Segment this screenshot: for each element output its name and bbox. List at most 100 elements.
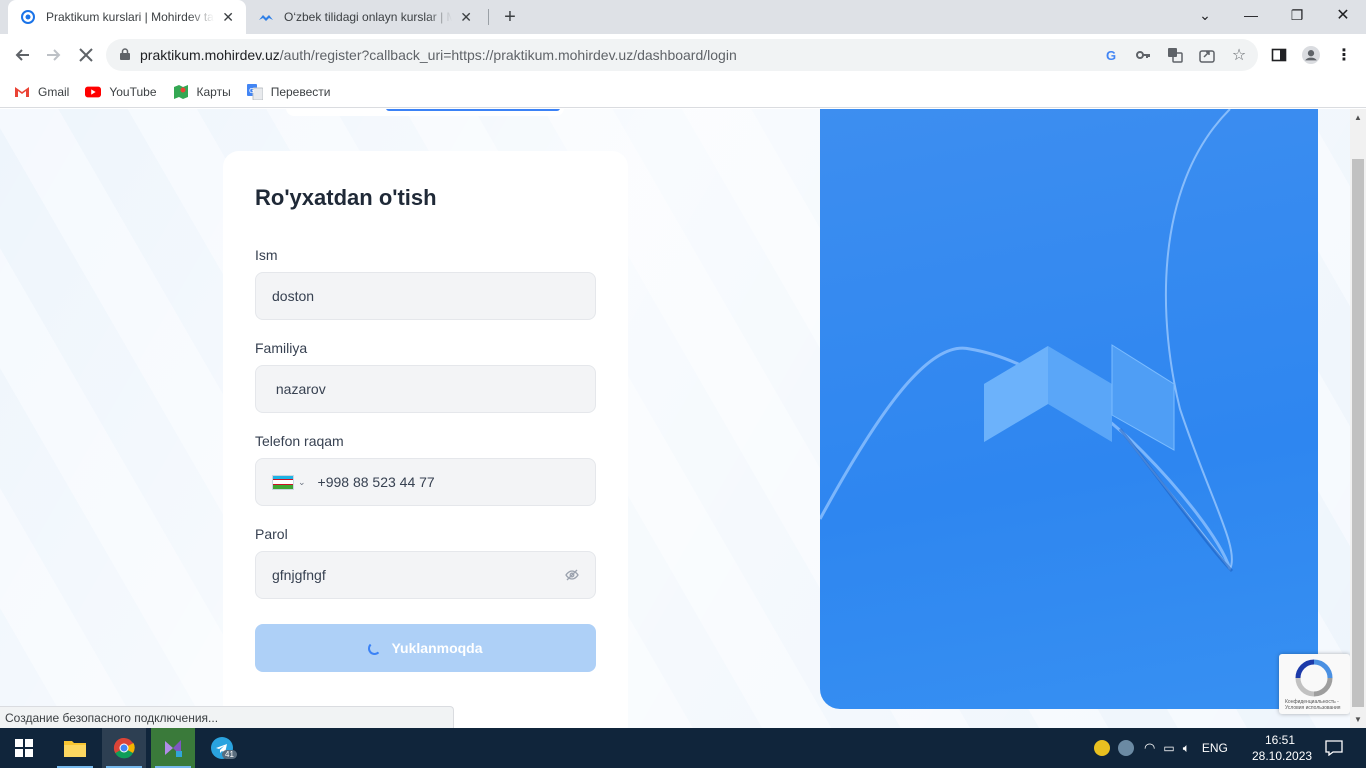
address-bar[interactable]: praktikum.mohirdev.uz/auth/register?call… (106, 39, 1258, 71)
bookmark-gmail[interactable]: Gmail (14, 84, 69, 100)
phone-input[interactable]: ⌄ +998 88 523 44 77 (255, 458, 596, 506)
country-dropdown-chevron-icon[interactable]: ⌄ (298, 477, 306, 488)
wifi-icon[interactable]: ◠ (1144, 740, 1155, 756)
visual-studio-app[interactable] (151, 728, 195, 768)
loading-spinner-icon (368, 641, 382, 655)
tray-app-icon[interactable] (1094, 740, 1110, 756)
first-name-label: Ism (255, 247, 278, 263)
windows-logo-icon (15, 739, 33, 757)
translate-icon: G (246, 83, 263, 100)
bookmark-translate[interactable]: G Перевести (246, 83, 331, 100)
chrome-app[interactable] (102, 728, 146, 768)
tab-mohirdev[interactable]: O‘zbek tilidagi onlayn kurslar | M ✕ (246, 0, 484, 34)
maps-icon (173, 84, 189, 100)
password-input[interactable]: gfnjgfngf (255, 551, 596, 599)
last-name-label: Familiya (255, 340, 308, 356)
page-scrollbar[interactable]: ▲ ▼ (1350, 109, 1366, 728)
previous-card-accent-bar (386, 109, 560, 111)
url-host: praktikum.mohirdev.uz (140, 47, 280, 63)
menu-kebab-icon[interactable]: ⋮ (1335, 46, 1353, 64)
recaptcha-text[interactable]: Конфиденциальность - Условия использован… (1285, 699, 1347, 711)
stop-loading-button[interactable] (72, 41, 100, 69)
battery-icon[interactable]: ▭ (1163, 741, 1174, 755)
password-value: gfnjgfngf (272, 567, 326, 583)
recaptcha-icon (1295, 659, 1333, 697)
telegram-app[interactable]: 41 (200, 728, 244, 768)
previous-card-remnant (286, 109, 564, 116)
taskbar-clock[interactable]: 16:51 28.10.2023 (1252, 732, 1313, 764)
bookmark-label: Gmail (38, 84, 70, 99)
clock-time: 16:51 (1264, 733, 1296, 747)
profile-avatar-icon[interactable] (1302, 46, 1320, 64)
phone-label: Telefon raqam (255, 433, 344, 449)
file-explorer-app[interactable] (53, 728, 97, 768)
status-text: Создание безопасного подключения... (5, 710, 219, 725)
visual-studio-icon (165, 740, 182, 757)
last-name-value: nazarov (272, 381, 326, 397)
clock-date: 28.10.2023 (1252, 749, 1313, 763)
uzbekistan-flag-icon[interactable] (272, 474, 294, 490)
minimize-button[interactable]: — (1228, 0, 1274, 30)
scrollbar-thumb[interactable] (1352, 159, 1364, 707)
recaptcha-badge[interactable]: Конфиденциальность - Условия использован… (1279, 654, 1350, 714)
first-name-value: doston (272, 288, 315, 304)
bookmark-label: Карты (196, 84, 231, 99)
scroll-down-arrow-icon[interactable]: ▼ (1354, 715, 1362, 724)
tab-search-chevron-icon[interactable]: ⌄ (1182, 0, 1228, 30)
submit-label: Yuklanmoqda (391, 640, 483, 656)
back-button[interactable] (8, 41, 36, 69)
bookmark-label: Перевести (270, 84, 331, 99)
bookmarks-bar: Gmail YouTube Карты G Перевести (0, 76, 1366, 108)
status-bubble: Создание безопасного подключения... (0, 706, 454, 728)
mohirdev-logo-illustration (820, 109, 1234, 573)
lock-icon[interactable] (120, 47, 130, 63)
start-button[interactable] (2, 728, 46, 768)
phone-value: +998 88 523 44 77 (317, 474, 435, 490)
notifications-button[interactable] (1312, 728, 1356, 768)
notification-icon (1325, 740, 1343, 756)
folder-icon (64, 741, 86, 757)
side-panel-icon[interactable] (1270, 46, 1288, 64)
url-text: praktikum.mohirdev.uz/auth/register?call… (140, 47, 737, 63)
bookmark-star-icon[interactable]: ☆ (1231, 47, 1247, 64)
close-window-button[interactable]: ✕ (1320, 0, 1366, 30)
tab-praktikum[interactable]: Praktikum kurslari | Mohirdev ta ✕ (8, 0, 246, 34)
url-path: /auth/register?callback_uri=https://prak… (279, 47, 737, 63)
register-submit-button[interactable]: Yuklanmoqda (255, 624, 596, 672)
register-card: Ro'yxatdan o'tish Ism doston Familiya na… (223, 151, 628, 728)
svg-text:G: G (249, 87, 254, 95)
scroll-up-arrow-icon[interactable]: ▲ (1354, 113, 1362, 122)
telegram-badge: 41 (222, 750, 237, 759)
hero-illustration-panel (820, 109, 1318, 709)
translate-page-icon[interactable] (1167, 47, 1183, 63)
browser-toolbar: praktikum.mohirdev.uz/auth/register?call… (0, 34, 1366, 76)
close-tab-icon[interactable]: ✕ (458, 9, 474, 25)
mohirdev-favicon-icon (258, 9, 274, 25)
google-icon[interactable]: G (1103, 47, 1119, 63)
tray-network-app-icon[interactable] (1118, 740, 1134, 756)
forward-button[interactable] (40, 41, 68, 69)
restore-button[interactable]: ❐ (1274, 0, 1320, 30)
bookmark-maps[interactable]: Карты (173, 84, 231, 100)
eye-off-icon[interactable] (565, 568, 579, 582)
tab-strip: Praktikum kurslari | Mohirdev ta ✕ O‘zbe… (0, 0, 1366, 34)
last-name-input[interactable]: nazarov (255, 365, 596, 413)
tab-title: O‘zbek tilidagi onlayn kurslar | M (284, 10, 453, 24)
chrome-icon (113, 737, 135, 759)
new-tab-button[interactable]: + (498, 5, 522, 29)
gmail-icon (14, 84, 30, 100)
first-name-input[interactable]: doston (255, 272, 596, 320)
page-title: Ro'yxatdan o'tish (255, 185, 437, 210)
password-label: Parol (255, 526, 288, 542)
close-tab-icon[interactable]: ✕ (220, 9, 236, 25)
bookmark-label: YouTube (109, 84, 157, 99)
language-indicator[interactable]: ENG (1202, 741, 1228, 755)
volume-icon[interactable]: 🔈︎ (1183, 741, 1190, 756)
windows-taskbar: 41 ◠ ▭ 🔈︎ ENG 16:51 28.10.2023 (0, 728, 1366, 768)
key-icon[interactable] (1135, 47, 1151, 63)
share-icon[interactable] (1199, 47, 1215, 63)
tab-title: Praktikum kurslari | Mohirdev ta (46, 10, 214, 24)
tab-separator (488, 9, 489, 25)
bookmark-youtube[interactable]: YouTube (85, 84, 157, 100)
loading-favicon-icon (20, 9, 36, 25)
